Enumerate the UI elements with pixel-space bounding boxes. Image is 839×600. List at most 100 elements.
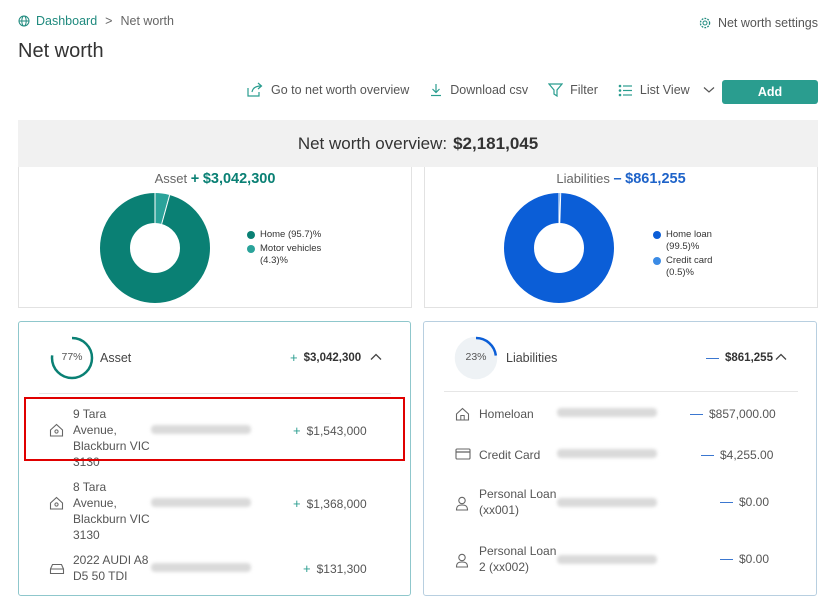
legend-item-credit-card: Credit card (0.5)% — [653, 255, 743, 279]
blurred-detail — [557, 408, 657, 417]
legend-dot — [653, 231, 661, 239]
legend-dot — [247, 245, 255, 253]
net-worth-settings-link[interactable]: Net worth settings — [699, 16, 818, 30]
car-icon — [49, 563, 65, 575]
person-icon — [455, 496, 469, 511]
liability-amount: — $0.00 — [720, 551, 769, 566]
asset-chart-sign: + — [190, 171, 200, 187]
house-icon — [455, 407, 470, 421]
legend-dot — [247, 231, 255, 239]
toolbar: Go to net worth overview Download csv Fi… — [246, 82, 735, 98]
minus-icon: — — [701, 447, 714, 462]
liability-amount: — $0.00 — [720, 494, 769, 509]
liability-name: Personal Loan (xx001) — [479, 487, 557, 517]
liabilities-donut-chart — [504, 193, 614, 303]
blurred-detail — [557, 449, 657, 458]
liability-amount: — $4,255.00 — [701, 447, 773, 462]
asset-total-value: $3,042,300 — [303, 351, 362, 364]
liabilities-chart-title: Liabilities – $861,255 — [425, 171, 817, 187]
legend-item-home-loan: Home loan (99.5)% — [653, 229, 743, 253]
list-view-label: List View — [639, 83, 690, 97]
divider — [444, 391, 798, 392]
amount-value: $131,300 — [316, 561, 367, 576]
legend-label: Home (95.7)% — [260, 229, 322, 240]
add-button[interactable]: Add — [722, 80, 818, 104]
liabilities-ring-percent: 23% — [465, 351, 487, 363]
filter-icon — [548, 83, 564, 97]
liabilities-panel: 23% Liabilities — $861,255 Homeloan — $8… — [423, 321, 817, 596]
person-icon — [455, 553, 469, 568]
filter-label: Filter — [570, 83, 598, 97]
liability-name: Homeloan — [479, 407, 534, 421]
blurred-detail — [151, 563, 251, 572]
legend-item-motor-vehicles: Motor vehicles (4.3)% — [247, 243, 327, 267]
asset-chart-label: Asset — [154, 171, 188, 186]
legend-label: Home loan (99.5)% — [666, 229, 712, 252]
liability-name: Credit Card — [479, 448, 541, 462]
chevron-up-icon[interactable] — [775, 353, 787, 361]
overview-label: Go to net worth overview — [271, 83, 410, 97]
legend-dot — [653, 257, 661, 265]
selection-highlight — [24, 397, 405, 461]
legend-item-home: Home (95.7)% — [247, 229, 327, 241]
gear-icon — [699, 17, 711, 29]
chevron-up-icon[interactable] — [370, 353, 382, 361]
liabilities-chart-card: Liabilities – $861,255 Home loan (99.5)%… — [424, 167, 818, 308]
settings-label: Net worth settings — [717, 16, 818, 30]
liabilities-panel-total: — $861,255 — [706, 350, 773, 365]
blurred-detail — [557, 498, 657, 507]
download-icon — [431, 84, 442, 97]
list-icon — [618, 84, 632, 96]
asset-panel-total: + $3,042,300 — [290, 350, 361, 365]
globe-icon — [18, 15, 30, 27]
download-label: Download csv — [450, 83, 529, 97]
minus-icon: — — [720, 494, 733, 509]
house-icon — [49, 496, 64, 510]
overview-label: Net worth overview: — [297, 133, 448, 153]
minus-icon: — — [690, 406, 703, 421]
page-title: Net worth — [18, 40, 104, 62]
breadcrumb: Dashboard > Net worth — [18, 14, 174, 28]
asset-name: 8 Tara Avenue, Blackburn VIC 3130 — [73, 480, 150, 542]
asset-name: 2022 AUDI A8 D5 50 TDI — [73, 553, 149, 583]
minus-icon: — — [706, 350, 719, 365]
plus-icon: + — [290, 350, 298, 365]
net-worth-overview-banner: Net worth overview: $2,181,045 — [18, 120, 818, 167]
overview-value: $2,181,045 — [453, 133, 539, 153]
asset-chart-legend: Home (95.7)% Motor vehicles (4.3)% — [247, 229, 327, 269]
blurred-detail — [557, 555, 657, 564]
breadcrumb-separator: > — [105, 14, 113, 28]
blurred-detail — [151, 498, 251, 507]
amount-value: $0.00 — [739, 551, 770, 566]
list-view-dropdown[interactable]: List View — [618, 83, 715, 97]
plus-icon: + — [293, 496, 301, 511]
amount-value: $857,000.00 — [709, 406, 776, 421]
asset-amount: + $131,300 — [303, 561, 367, 576]
legend-label: Motor vehicles (4.3)% — [260, 243, 322, 266]
plus-icon: + — [303, 561, 311, 576]
liabilities-chart-legend: Home loan (99.5)% Credit card (0.5)% — [653, 229, 743, 281]
breadcrumb-current: Net worth — [120, 14, 174, 28]
asset-chart-card: Asset + $3,042,300 Home (95.7)% Motor ve… — [18, 167, 412, 308]
liability-name: Personal Loan 2 (xx002) — [479, 544, 557, 574]
legend-label: Credit card (0.5)% — [666, 255, 713, 278]
divider — [39, 393, 391, 394]
amount-value: $0.00 — [739, 494, 770, 509]
asset-amount: + $1,368,000 — [293, 496, 367, 511]
overview-button[interactable]: Go to net worth overview — [246, 82, 409, 98]
breadcrumb-dashboard-link[interactable]: Dashboard — [36, 14, 97, 28]
download-csv-button[interactable]: Download csv — [429, 83, 528, 97]
amount-value: $1,368,000 — [306, 496, 367, 511]
liabilities-total-value: $861,255 — [725, 351, 773, 364]
minus-icon: — — [720, 551, 733, 566]
liability-amount: — $857,000.00 — [690, 406, 776, 421]
asset-panel-label: Asset — [100, 351, 132, 365]
amount-value: $4,255.00 — [720, 447, 774, 462]
asset-chart-title: Asset + $3,042,300 — [19, 171, 411, 187]
filter-button[interactable]: Filter — [548, 83, 598, 97]
chevron-down-icon — [703, 87, 715, 93]
asset-donut-chart — [100, 193, 210, 303]
share-icon — [247, 82, 263, 97]
credit-card-icon — [455, 448, 471, 460]
liabilities-chart-sign: – — [613, 171, 622, 187]
